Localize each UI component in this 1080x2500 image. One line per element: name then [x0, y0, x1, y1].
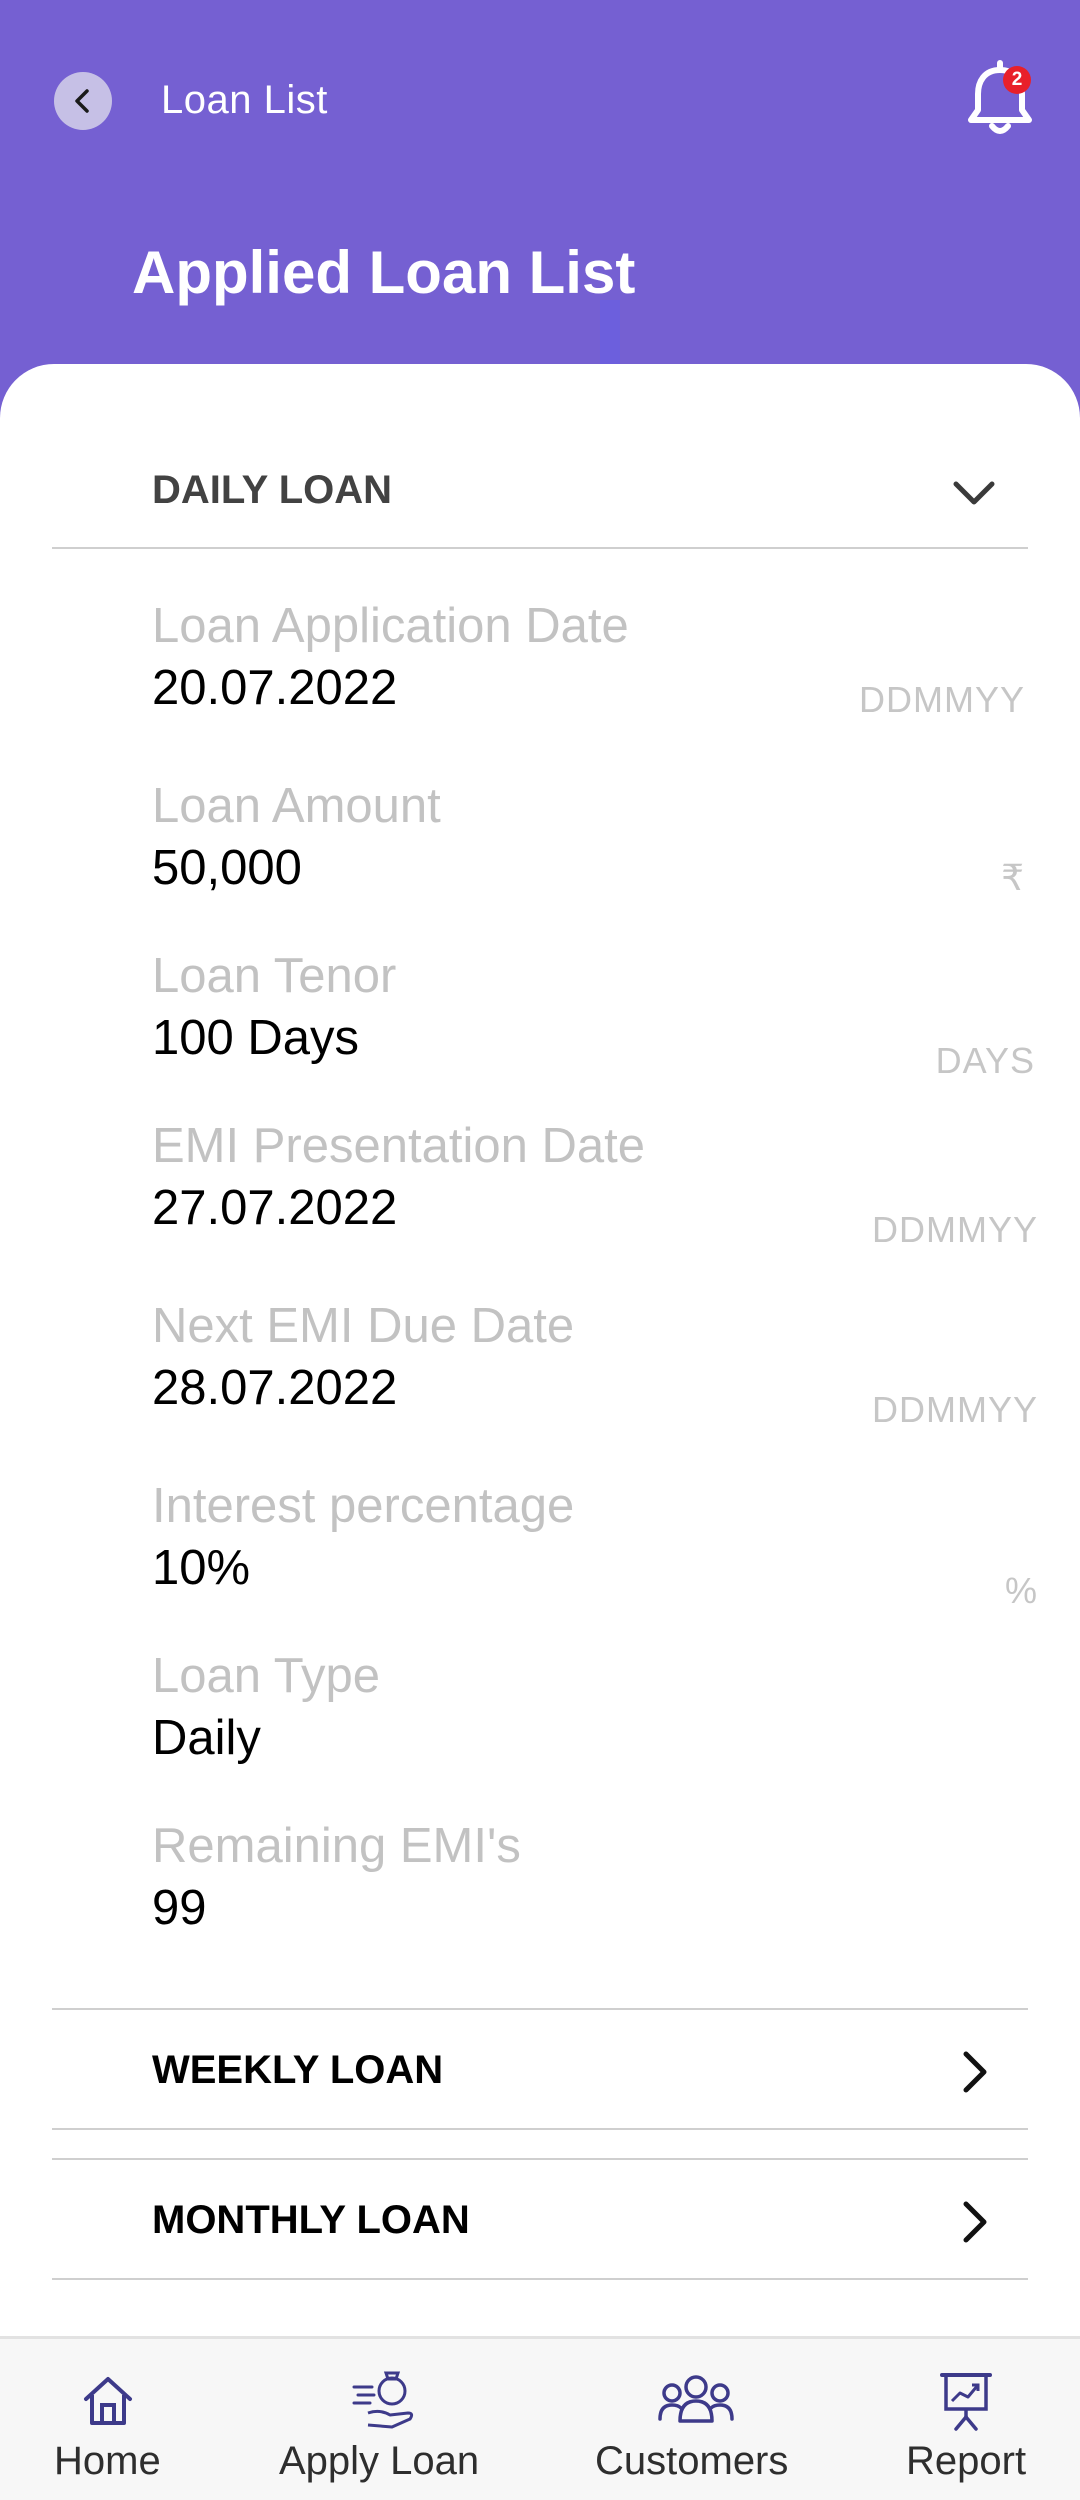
nav-label: Apply Loan: [279, 2439, 480, 2483]
field-value: Daily: [152, 1711, 261, 1765]
app-header: Loan List 2 Applied Loan List: [0, 0, 1080, 380]
unit-label: DDMMYY: [859, 679, 1025, 720]
weekly-loan-header[interactable]: WEEKLY LOAN: [52, 2010, 1028, 2130]
bottom-navigation: Home Apply Loan Customers Report: [0, 2336, 1080, 2500]
nav-label: Home: [54, 2439, 161, 2483]
apply-loan-icon: [352, 2371, 414, 2429]
rupee-icon: ₹: [1001, 857, 1025, 898]
unit-label: DAYS: [935, 1040, 1035, 1081]
field-interest-percentage: Interest percentage 10%: [152, 1478, 1052, 1596]
unit-label: DDMMYY: [872, 1209, 1038, 1250]
percent-icon: %: [1004, 1570, 1038, 1611]
field-remaining-emis: Remaining EMI's 99: [152, 1818, 1052, 1936]
field-label: Next EMI Due Date: [152, 1299, 575, 1353]
nav-report[interactable]: Report: [880, 2339, 1080, 2500]
divider: [52, 547, 1028, 549]
report-icon: [940, 2373, 992, 2431]
customers-icon: [658, 2375, 734, 2423]
weekly-loan-label: WEEKLY LOAN: [152, 2047, 444, 2092]
field-value: 99: [152, 1881, 207, 1935]
nav-apply-loan[interactable]: Apply Loan: [216, 2339, 546, 2500]
field-label: Loan Tenor: [152, 949, 397, 1003]
divider: [52, 2128, 1028, 2130]
field-label: Loan Type: [152, 1649, 380, 1703]
header-title: Loan List: [161, 78, 328, 122]
chevron-right-icon: [963, 2201, 987, 2243]
chevron-right-icon: [963, 2051, 987, 2093]
field-label: Loan Application Date: [152, 599, 629, 653]
monthly-loan-header[interactable]: MONTHLY LOAN: [52, 2160, 1028, 2280]
field-loan-amount: Loan Amount 50,000: [152, 778, 1052, 896]
back-button[interactable]: [54, 72, 112, 130]
daily-loan-header[interactable]: DAILY LOAN: [52, 430, 1028, 550]
monthly-loan-label: MONTHLY LOAN: [152, 2197, 470, 2242]
field-loan-type: Loan Type Daily: [152, 1648, 1052, 1766]
divider: [52, 2278, 1028, 2280]
nav-home[interactable]: Home: [0, 2339, 216, 2500]
home-icon: [84, 2377, 132, 2425]
notification-badge: 2: [1003, 66, 1031, 94]
daily-loan-label: DAILY LOAN: [152, 467, 393, 512]
chevron-down-icon: [953, 481, 995, 505]
field-label: EMI Presentation Date: [152, 1119, 645, 1173]
field-value: 10%: [152, 1541, 251, 1595]
field-label: Remaining EMI's: [152, 1819, 521, 1873]
chevron-left-icon: [75, 89, 89, 113]
nav-label: Report: [906, 2439, 1027, 2483]
nav-label: Customers: [595, 2439, 789, 2483]
page-title: Applied Loan List: [132, 239, 636, 306]
unit-label: DDMMYY: [872, 1389, 1038, 1430]
field-value: 50,000: [152, 841, 302, 895]
nav-customers[interactable]: Customers: [560, 2339, 830, 2500]
field-label: Interest percentage: [152, 1479, 575, 1533]
field-label: Loan Amount: [152, 779, 441, 833]
